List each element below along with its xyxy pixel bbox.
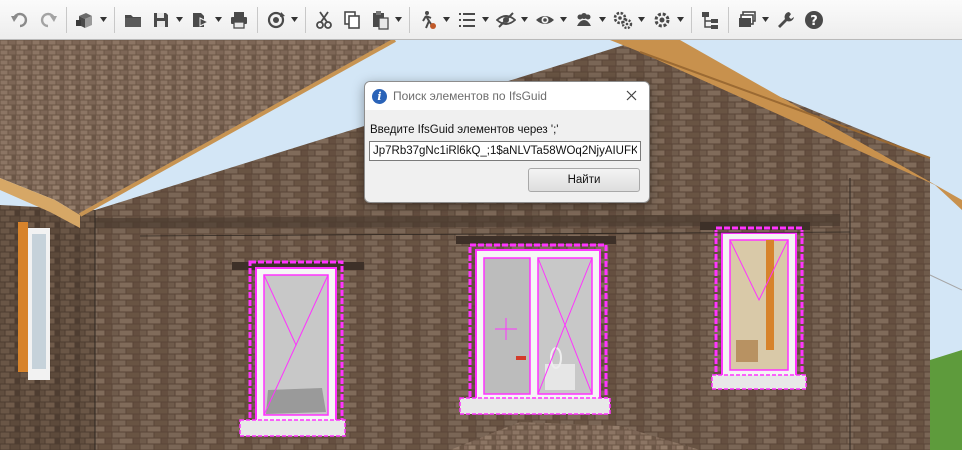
- settings-dropdown[interactable]: [676, 7, 685, 33]
- help-icon: ?: [805, 10, 823, 29]
- cut-button[interactable]: [311, 7, 337, 33]
- close-button[interactable]: [623, 87, 639, 103]
- paste-button[interactable]: [367, 7, 393, 33]
- redo-button[interactable]: [35, 7, 61, 33]
- guid-prompt-label: Введите IfsGuid элементов через ';': [370, 124, 559, 136]
- toolbar-separator: [691, 6, 692, 33]
- svg-text:?: ?: [810, 14, 818, 29]
- list-icon: [459, 12, 475, 27]
- tree-icon: [702, 11, 718, 29]
- hide-icon: [496, 11, 516, 28]
- toolbar-separator: [728, 6, 729, 33]
- chevron-down-icon: [599, 17, 606, 22]
- chevron-down-icon: [100, 17, 107, 22]
- close-icon: [626, 90, 636, 100]
- toolbar-separator: [66, 6, 67, 33]
- save-button[interactable]: [148, 7, 174, 33]
- gears-icon: [613, 11, 633, 29]
- ifsguid-search-dialog: i Поиск элементов по IfsGuid Введите Ifs…: [364, 81, 650, 203]
- main-toolbar: ?: [0, 0, 962, 40]
- settings-icon: [654, 12, 670, 27]
- chevron-down-icon: [395, 17, 402, 22]
- chevron-down-icon: [762, 17, 769, 22]
- chevron-down-icon: [482, 17, 489, 22]
- walk-icon: [422, 10, 436, 29]
- copy-button[interactable]: [339, 7, 365, 33]
- chevron-down-icon: [521, 17, 528, 22]
- chevron-down-icon: [215, 17, 222, 22]
- model-3d-icon: [76, 12, 92, 28]
- people-dropdown[interactable]: [598, 7, 607, 33]
- show-icon: [536, 15, 554, 24]
- walk-button[interactable]: [415, 7, 441, 33]
- guid-input[interactable]: [369, 141, 641, 161]
- export-icon: [193, 12, 210, 27]
- find-button[interactable]: Найти: [528, 168, 640, 192]
- toolbar-separator: [409, 6, 410, 33]
- people-icon: [577, 12, 591, 26]
- undo-button[interactable]: [7, 7, 33, 33]
- orbit-icon: [267, 11, 285, 28]
- gears-dropdown[interactable]: [637, 7, 646, 33]
- cut-icon: [316, 10, 332, 29]
- save-icon: [154, 12, 168, 27]
- show-button[interactable]: [532, 7, 558, 33]
- chevron-down-icon: [291, 17, 298, 22]
- layers-icon: [739, 10, 756, 27]
- toolbar-separator: [257, 6, 258, 33]
- redo-icon: [40, 12, 57, 27]
- show-dropdown[interactable]: [559, 7, 568, 33]
- chevron-down-icon: [638, 17, 645, 22]
- open-folder-icon: [125, 14, 141, 27]
- layers-dropdown[interactable]: [761, 7, 770, 33]
- export-dropdown[interactable]: [214, 7, 223, 33]
- print-button[interactable]: [226, 7, 252, 33]
- undo-icon: [11, 12, 28, 27]
- people-button[interactable]: [571, 7, 597, 33]
- orbit-dropdown[interactable]: [290, 7, 299, 33]
- print-icon: [231, 11, 247, 29]
- info-icon: i: [372, 88, 387, 104]
- paste-dropdown[interactable]: [394, 7, 403, 33]
- wrench-button[interactable]: [773, 7, 799, 33]
- open-button[interactable]: [120, 7, 146, 33]
- tree-button[interactable]: [697, 7, 723, 33]
- dialog-title: Поиск элементов по IfsGuid: [393, 89, 547, 103]
- chevron-down-icon: [560, 17, 567, 22]
- save-dropdown[interactable]: [175, 7, 184, 33]
- list-dropdown[interactable]: [481, 7, 490, 33]
- model-3d-dropdown[interactable]: [99, 7, 108, 33]
- layers-button[interactable]: [734, 7, 760, 33]
- model-3d-button[interactable]: [72, 7, 98, 33]
- walk-dropdown[interactable]: [442, 7, 451, 33]
- chevron-down-icon: [176, 17, 183, 22]
- 3d-viewport[interactable]: [0, 0, 962, 450]
- settings-button[interactable]: [649, 7, 675, 33]
- wrench-icon: [778, 11, 794, 28]
- chevron-down-icon: [443, 17, 450, 22]
- dialog-titlebar[interactable]: i Поиск элементов по IfsGuid: [365, 82, 649, 110]
- hide-dropdown[interactable]: [520, 7, 529, 33]
- hide-button[interactable]: [493, 7, 519, 33]
- chevron-down-icon: [677, 17, 684, 22]
- toolbar-separator: [305, 6, 306, 33]
- toolbar-separator: [114, 6, 115, 33]
- orbit-button[interactable]: [263, 7, 289, 33]
- list-button[interactable]: [454, 7, 480, 33]
- help-button[interactable]: ?: [801, 7, 827, 33]
- paste-icon: [373, 10, 389, 30]
- gears-button[interactable]: [610, 7, 636, 33]
- export-button[interactable]: [187, 7, 213, 33]
- copy-icon: [344, 10, 360, 29]
